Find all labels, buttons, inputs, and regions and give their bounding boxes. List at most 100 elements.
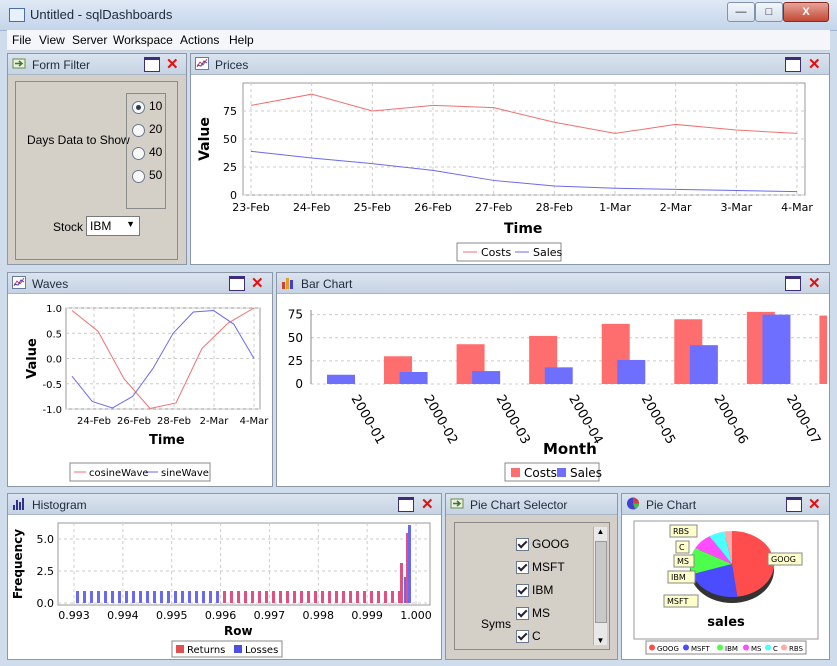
- histogram-bar: [293, 591, 296, 603]
- histogram-bar: [188, 591, 191, 603]
- legend-label: MS: [751, 645, 762, 653]
- sym-checkbox-goog[interactable]: [516, 538, 529, 551]
- y-tick-label: 0.0: [37, 597, 55, 610]
- legend-label: MSFT: [691, 645, 710, 653]
- x-tick-label: 23-Feb: [232, 201, 269, 214]
- menubar: File View Server Workspace Actions Help: [7, 30, 830, 51]
- sym-checkbox-ibm[interactable]: [516, 584, 529, 597]
- days-radio-20[interactable]: [132, 124, 145, 137]
- panel-title: Waves: [32, 277, 69, 291]
- close-panel-icon[interactable]: ✕: [808, 55, 821, 73]
- legend-label: IBM: [725, 645, 738, 653]
- panel-header: Histogram ✕: [8, 494, 441, 515]
- histogram-bar: [251, 591, 254, 603]
- app-icon: [9, 8, 25, 22]
- histogram-bar: [76, 591, 79, 603]
- histogram-bar: [370, 591, 373, 603]
- close-panel-icon[interactable]: ✕: [251, 274, 264, 292]
- x-tick-label: 1.000: [400, 609, 432, 622]
- pie-callout-label: C: [679, 543, 685, 552]
- histogram-bar: [146, 591, 149, 603]
- histogram-bar: [195, 591, 198, 603]
- histogram-bar: [335, 591, 338, 603]
- scroll-down-icon[interactable]: ▼: [594, 636, 607, 645]
- x-tick-label: 2000-06: [710, 393, 750, 448]
- menu-view[interactable]: View: [39, 33, 65, 47]
- panel-title: Pie Chart Selector: [470, 498, 568, 512]
- panel-title: Pie Chart: [646, 498, 697, 512]
- histogram-bar: [230, 591, 233, 603]
- legend-label: Sales: [570, 466, 602, 480]
- maximize-panel-icon[interactable]: [398, 497, 414, 512]
- days-radio-40[interactable]: [132, 147, 145, 160]
- menu-help[interactable]: Help: [229, 33, 254, 47]
- x-tick-label: 2000-01: [348, 393, 388, 448]
- pie-chart-body: GOOG MSFT IBM MS C RBS sales GOOG MSFT IBM MS C RBS: [622, 515, 829, 659]
- legend-swatch: [511, 468, 520, 477]
- panel-header: Pie Chart Selector: [446, 494, 617, 515]
- window-titlebar: Untitled - sqlDashboards — □ X: [0, 0, 837, 31]
- close-panel-icon[interactable]: ✕: [166, 55, 179, 73]
- sym-label: C: [532, 629, 541, 643]
- histogram-bar: [104, 591, 107, 603]
- x-tick-label: 0.997: [254, 609, 286, 622]
- maximize-panel-icon[interactable]: [144, 57, 160, 72]
- x-tick-label: 26-Feb: [117, 416, 151, 427]
- days-radio-group: 10 20 40 50: [126, 93, 166, 209]
- maximize-panel-icon[interactable]: [786, 497, 802, 512]
- syms-scrollbar[interactable]: ▲ ▼: [593, 527, 607, 645]
- histogram-bar: [391, 591, 394, 603]
- x-tick-label: 25-Feb: [354, 201, 391, 214]
- histogram-bar: [223, 591, 226, 603]
- minimize-button[interactable]: —: [727, 2, 755, 22]
- y-axis-label: Value: [197, 117, 213, 161]
- days-radio-50[interactable]: [132, 170, 145, 183]
- close-panel-icon[interactable]: ✕: [808, 495, 821, 513]
- maximize-panel-icon[interactable]: [785, 57, 801, 72]
- x-tick-label: 2000-02: [420, 393, 460, 448]
- days-radio-10[interactable]: [132, 101, 145, 114]
- sym-label: GOOG: [532, 537, 570, 551]
- sym-checkbox-msft[interactable]: [516, 561, 529, 574]
- legend-swatch: [234, 645, 242, 653]
- menu-workspace[interactable]: Workspace: [113, 33, 173, 47]
- panel-title: Form Filter: [32, 58, 90, 72]
- line-chart-icon: [195, 57, 209, 70]
- close-button[interactable]: X: [783, 2, 829, 22]
- close-panel-icon[interactable]: ✕: [808, 274, 821, 292]
- bar-sales: [399, 371, 428, 384]
- bar-chart-panel: Bar Chart ✕ 0 25 50 75 2000-01 2000-02 2000-03…: [276, 272, 837, 487]
- scroll-up-icon[interactable]: ▲: [594, 527, 607, 536]
- histogram-bar: [377, 591, 380, 603]
- histogram-bar: [125, 591, 128, 603]
- menu-file[interactable]: File: [12, 33, 31, 47]
- maximize-panel-icon[interactable]: [785, 276, 801, 291]
- stock-select[interactable]: IBM ▼: [86, 216, 140, 236]
- arrow-icon: [450, 498, 464, 509]
- histogram-bar: [139, 591, 142, 603]
- maximize-panel-icon[interactable]: [229, 276, 245, 291]
- histogram-bar: [83, 591, 86, 603]
- histogram-bar: [244, 591, 247, 603]
- maximize-button[interactable]: □: [755, 2, 783, 22]
- y-tick-label: 75: [223, 105, 237, 118]
- histogram-body: 0.0 2.5 5.0 0.993 0.994 0.995 0.996 0.997 0.998 0…: [8, 515, 441, 659]
- panel-title: Bar Chart: [301, 277, 353, 291]
- x-tick-label: 4-Mar: [240, 416, 270, 427]
- scrollbar-thumb[interactable]: [595, 541, 607, 623]
- close-panel-icon[interactable]: ✕: [421, 495, 434, 513]
- histogram-bar: [216, 591, 219, 603]
- legend-swatch: [176, 645, 184, 653]
- sym-checkbox-c[interactable]: [516, 630, 529, 643]
- prices-panel: Prices ✕ 0 25 50 75 23-Feb 24-Feb 25-Feb 26-Feb…: [190, 53, 830, 265]
- days-option-label: 40: [149, 145, 163, 159]
- menu-server[interactable]: Server: [72, 33, 107, 47]
- legend-label: Costs: [524, 466, 557, 480]
- sym-checkbox-ms[interactable]: [516, 607, 529, 620]
- syms-label: Syms: [481, 617, 511, 631]
- histogram-bar: [300, 591, 303, 603]
- x-tick-label: 3-Mar: [720, 201, 752, 214]
- bar-chart: 0 25 50 75 2000-01 2000-02 2000-03 2000-04 2000-…: [288, 308, 837, 482]
- x-tick-label: 0.995: [156, 609, 188, 622]
- menu-actions[interactable]: Actions: [180, 33, 219, 47]
